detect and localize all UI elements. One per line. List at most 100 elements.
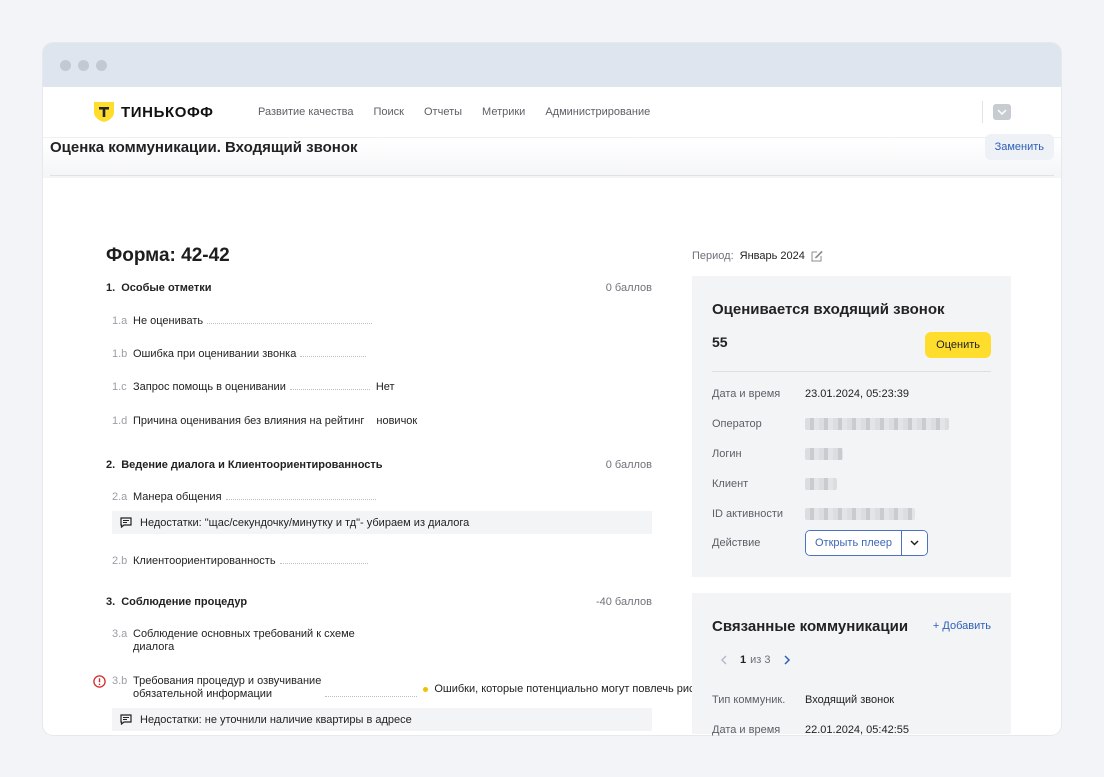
criterion-item[interactable]: 3.b Требования процедур и озвучивание об… [93,675,706,701]
pagination: 1 из 3 [720,654,791,666]
rate-button[interactable]: Оценить [925,332,991,358]
add-related-button[interactable]: + Добавить [933,620,991,632]
note-text: Недостатки: "щас/секундочку/минутку и тд… [140,516,470,529]
redacted-value [805,448,843,460]
criterion-code: 2.b [112,555,128,567]
dotted-leader [279,555,368,564]
dotted-leader [207,315,373,324]
period-label: Период: [692,250,734,262]
info-key: Дата и время [712,724,781,736]
criterion-label: Манера общения [133,491,222,503]
brand-logo[interactable]: ТИНЬКОФФ [93,101,258,123]
page-title: Оценка коммуникации. Входящий звонок [50,139,358,156]
info-value: 23.01.2024, 05:23:39 [805,388,909,400]
comment-icon [120,517,132,528]
info-row: Тип коммуник. Входящий звонок [712,694,894,706]
period-selector: Период: Январь 2024 [692,250,823,262]
info-key: Тип коммуник. [712,694,786,706]
section-title: Ведение диалога и Клиентоориентированнос… [121,459,383,471]
period-value: Январь 2024 [739,250,805,262]
deficiency-note: Недостатки: не уточнили наличие квартиры… [112,708,652,731]
info-row: Дата и время 22.01.2024, 05:42:55 [712,724,909,736]
card-title: Оценивается входящий звонок [712,301,945,318]
replace-button[interactable]: Заменить [984,134,1054,160]
divider [712,371,991,372]
nav-item-admin[interactable]: Администрирование [545,106,650,118]
redacted-value [805,418,949,430]
brand-name: ТИНЬКОФФ [121,103,214,121]
section-score: 0 баллов [605,459,652,471]
dotted-leader [325,688,418,697]
redacted-value [805,478,837,490]
window-dot [78,59,89,71]
chevron-down-icon [910,540,919,546]
nav-item-reports[interactable]: Отчеты [424,106,462,118]
evaluation-card: Оценивается входящий звонок 55 Оценить Д… [692,276,1011,577]
section-title: Особые отметки [121,282,212,294]
criterion-code: 1.b [112,348,128,360]
player-dropdown-button[interactable] [900,531,927,555]
section-title: Соблюдение процедур [121,596,248,608]
nav-item-quality[interactable]: Развитие качества [258,106,354,118]
window-dot [96,59,107,71]
criterion-code: 1.d [112,415,128,427]
criterion-item[interactable]: 1.a Не оценивать [106,315,373,328]
criterion-item[interactable]: 3.a Соблюдение основных требований к схе… [106,628,355,654]
criterion-label: Соблюдение основных требований к схеме [133,628,355,640]
dotted-leader [289,381,370,390]
page-header: Оценка коммуникации. Входящий звонок Зам… [50,134,1054,176]
window-dot [60,59,71,71]
criterion-value: новичок [376,415,418,427]
criterion-code: 3.a [112,628,128,640]
criterion-code: 1.c [112,381,127,393]
user-menu-chevron-icon[interactable] [993,104,1011,120]
nav-item-search[interactable]: Поиск [374,106,404,118]
warning-dot-icon [423,686,429,692]
criterion-code: 3.b [112,675,128,687]
page-total: из 3 [750,654,771,666]
section-score: -40 баллов [595,596,652,608]
info-row: Оператор [712,418,949,430]
criterion-label: Требования процедур и озвучивание [133,675,322,687]
top-navigation: ТИНЬКОФФ Развитие качества Поиск Отчеты … [43,87,1061,138]
chevron-right-icon[interactable] [783,655,791,665]
info-row: ID активности [712,508,915,520]
dotted-leader [225,491,376,500]
criterion-item[interactable]: 2.a Манера общения [106,491,376,504]
info-key: Клиент [712,478,749,490]
dotted-leader [300,348,367,357]
nav-item-metrics[interactable]: Метрики [482,106,525,118]
info-key: ID активности [712,508,784,520]
comment-icon [120,714,132,725]
info-row: Дата и время 23.01.2024, 05:23:39 [712,388,909,400]
open-player-button[interactable]: Открыть плеер [806,531,901,555]
edit-icon[interactable] [811,250,823,262]
section-number: 3. [106,596,116,608]
criterion-item[interactable]: 1.b Ошибка при оценивании звонка [106,348,367,361]
criterion-item[interactable]: 1.d Причина оценивания без влияния на ре… [106,415,417,428]
criterion-label: Ошибка при оценивании звонка [133,348,297,360]
info-value: 22.01.2024, 05:42:55 [805,724,909,736]
criterion-label: Причина оценивания без влияния на рейтин… [133,415,365,427]
current-page: 1 [740,654,747,666]
criterion-value: Ошибки, которые потенциально могут повле… [434,683,706,695]
info-key: Логин [712,448,742,460]
info-row: Клиент [712,478,837,490]
redacted-value [805,508,915,520]
criterion-item[interactable]: 2.b Клиентоориентированность [106,555,368,568]
nav-right [982,101,1011,123]
related-communications-card: Связанные коммуникации + Добавить 1 из 3… [692,593,1011,736]
error-icon [93,675,106,688]
criterion-label: Клиентоориентированность [133,555,276,567]
section-header: 1. Особые отметки 0 баллов [106,279,664,297]
criterion-item[interactable]: 1.c Запрос помощь в оценивании Нет [106,381,395,394]
info-row: Логин [712,448,843,460]
criterion-value: Нет [375,381,395,393]
section-number: 1. [106,282,116,294]
info-key: Дата и время [712,388,781,400]
criterion-code: 1.a [112,315,128,327]
deficiency-note: Недостатки: "щас/секундочку/минутку и тд… [112,511,652,534]
total-score: 55 [712,334,728,350]
chevron-left-icon[interactable] [720,655,728,665]
criterion-code: 2.a [112,491,128,503]
